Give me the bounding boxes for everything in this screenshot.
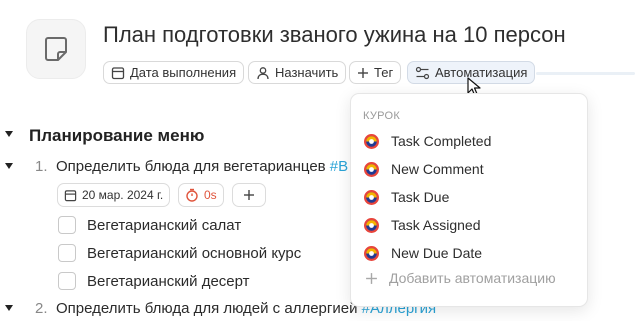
subtask-checkbox[interactable] xyxy=(58,244,76,262)
item-hashtag[interactable]: #В xyxy=(330,158,348,175)
trigger-label: Task Assigned xyxy=(391,217,481,233)
tag-label: Тег xyxy=(374,65,394,80)
add-automation-label: Добавить автоматизацию xyxy=(389,270,556,286)
trigger-icon xyxy=(364,245,379,261)
due-date-button[interactable]: Дата выполнения xyxy=(103,61,245,84)
plus-icon xyxy=(358,67,368,78)
item-number: 1. xyxy=(35,158,48,175)
trigger-icon xyxy=(364,189,379,205)
item-collapse-arrow[interactable] xyxy=(5,163,13,169)
trigger-label: Task Completed xyxy=(391,133,492,149)
add-automation-button[interactable]: Добавить автоматизацию xyxy=(365,270,556,286)
dropdown-section-label: КУРОК xyxy=(363,110,401,122)
toolbar-ghost-pill xyxy=(536,72,635,75)
item-text[interactable]: Определить блюда для вегетарианцев #В xyxy=(56,158,348,175)
trigger-task-assigned[interactable]: Task Assigned xyxy=(363,214,481,236)
assign-label: Назначить xyxy=(275,65,339,80)
trigger-task-due[interactable]: Task Due xyxy=(363,186,449,208)
item-date-chip[interactable]: 20 мар. 2024 г. xyxy=(57,183,171,207)
item-number: 2. xyxy=(35,300,48,317)
trigger-icon xyxy=(364,217,379,233)
trigger-new-due-date[interactable]: New Due Date xyxy=(363,242,482,264)
due-date-label: Дата выполнения xyxy=(130,65,237,80)
calendar-icon xyxy=(111,66,125,79)
trigger-icon xyxy=(364,161,379,177)
trigger-icon xyxy=(364,133,379,149)
item-timer-chip[interactable]: 0s xyxy=(178,183,224,207)
trigger-label: Task Due xyxy=(391,189,450,205)
trigger-task-completed[interactable]: Task Completed xyxy=(363,130,491,152)
note-icon xyxy=(45,37,67,61)
automation-label: Автоматизация xyxy=(435,65,528,80)
plus-icon xyxy=(366,272,377,284)
tag-button[interactable]: Тег xyxy=(349,61,402,84)
trigger-label: New Due Date xyxy=(391,245,483,261)
task-icon-box[interactable] xyxy=(26,19,86,79)
trigger-label: New Comment xyxy=(391,161,484,177)
timer-icon xyxy=(186,188,198,202)
automation-icon xyxy=(415,66,430,79)
user-icon xyxy=(257,66,269,79)
item-text-label: Определить блюда для вегетарианцев xyxy=(56,158,330,175)
plus-icon xyxy=(244,190,254,200)
subtask-text[interactable]: Вегетарианский десерт xyxy=(87,273,250,290)
section-collapse-arrow[interactable] xyxy=(5,131,13,137)
subtask-checkbox[interactable] xyxy=(58,272,76,290)
item-add-button[interactable] xyxy=(232,183,266,207)
item-text-label: Определить блюда для людей с аллергией xyxy=(56,300,362,317)
trigger-new-comment[interactable]: New Comment xyxy=(363,158,484,180)
task-title[interactable]: План подготовки званого ужина на 10 перс… xyxy=(103,22,566,48)
item-date: 20 мар. 2024 г. xyxy=(82,188,164,202)
subtask-checkbox[interactable] xyxy=(58,216,76,234)
automation-dropdown: КУРОК Task Completed New Comment Task Du… xyxy=(350,93,588,307)
section-title[interactable]: Планирование меню xyxy=(29,126,204,146)
calendar-icon xyxy=(64,189,77,201)
assign-button[interactable]: Назначить xyxy=(248,61,347,84)
item-collapse-arrow[interactable] xyxy=(5,305,13,311)
item-timer: 0s xyxy=(204,188,217,202)
subtask-text[interactable]: Вегетарианский основной курс xyxy=(87,245,301,262)
subtask-text[interactable]: Вегетарианский салат xyxy=(87,217,241,234)
